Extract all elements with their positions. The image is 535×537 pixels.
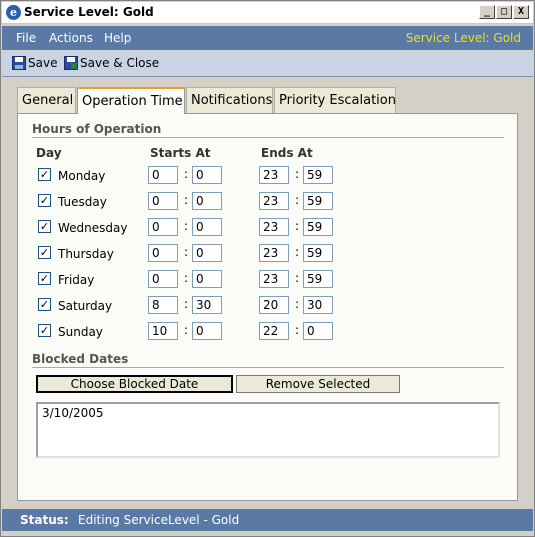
save-close-icon xyxy=(64,56,78,70)
time-separator: : xyxy=(184,271,189,285)
status-bar: Status: Editing ServiceLevel - Gold xyxy=(2,509,533,531)
save-close-label: Save & Close xyxy=(80,56,160,70)
close-button[interactable]: X xyxy=(513,5,529,19)
start-hour-input[interactable]: 0 xyxy=(148,244,178,262)
time-separator: : xyxy=(184,323,189,337)
choose-blocked-date-button[interactable]: Choose Blocked Date xyxy=(36,375,233,393)
end-minute-input[interactable]: 30 xyxy=(303,296,333,314)
end-hour-input[interactable]: 20 xyxy=(259,296,289,314)
time-separator: : xyxy=(295,219,300,233)
end-hour-input[interactable]: 23 xyxy=(259,192,289,210)
blocked-section-title: Blocked Dates xyxy=(32,352,129,366)
end-hour-input[interactable]: 23 xyxy=(259,244,289,262)
day-checkbox[interactable]: ✓ xyxy=(38,298,51,311)
remove-selected-button[interactable]: Remove Selected xyxy=(236,375,400,393)
end-minute-input[interactable]: 59 xyxy=(303,218,333,236)
title-bar[interactable]: e Service Level: Gold _ □ X xyxy=(2,2,533,24)
day-label: Monday xyxy=(58,169,106,183)
hours-section-title: Hours of Operation xyxy=(32,122,162,136)
operation-time-panel: Hours of Operation Day Starts At Ends At… xyxy=(17,113,518,501)
end-hour-input[interactable]: 23 xyxy=(259,270,289,288)
service-level-window: e Service Level: Gold _ □ X File Actions… xyxy=(0,0,535,537)
start-hour-input[interactable]: 8 xyxy=(148,296,178,314)
ie-app-icon: e xyxy=(6,5,21,20)
tab-priority-escalation[interactable]: Priority Escalation xyxy=(274,87,396,113)
end-hour-input[interactable]: 23 xyxy=(259,166,289,184)
time-separator: : xyxy=(295,167,300,181)
menu-bar: File Actions Help Service Level: Gold xyxy=(2,26,533,50)
toolbar: Save Save & Close xyxy=(2,51,533,77)
save-close-button[interactable]: Save & Close xyxy=(64,56,159,72)
tab-operation-time[interactable]: Operation Time xyxy=(77,87,185,114)
floppy-disk-icon xyxy=(12,56,26,70)
day-checkbox[interactable]: ✓ xyxy=(38,168,51,181)
menu-actions[interactable]: Actions xyxy=(49,31,93,45)
maximize-button[interactable]: □ xyxy=(496,5,512,19)
day-label: Sunday xyxy=(58,325,103,339)
end-hour-input[interactable]: 22 xyxy=(259,322,289,340)
day-checkbox[interactable]: ✓ xyxy=(38,324,51,337)
end-minute-input[interactable]: 59 xyxy=(303,270,333,288)
col-ends-header: Ends At xyxy=(261,146,313,160)
day-label: Thursday xyxy=(58,247,114,261)
save-button[interactable]: Save xyxy=(12,56,57,72)
day-checkbox[interactable]: ✓ xyxy=(38,272,51,285)
hours-divider xyxy=(32,137,504,138)
start-hour-input[interactable]: 0 xyxy=(148,270,178,288)
time-separator: : xyxy=(295,271,300,285)
start-minute-input[interactable]: 0 xyxy=(192,166,222,184)
end-minute-input[interactable]: 59 xyxy=(303,244,333,262)
list-item[interactable]: 3/10/2005 xyxy=(42,406,494,420)
status-text: Editing ServiceLevel - Gold xyxy=(78,513,240,527)
menu-help[interactable]: Help xyxy=(104,31,131,45)
end-hour-input[interactable]: 23 xyxy=(259,218,289,236)
start-hour-input[interactable]: 0 xyxy=(148,166,178,184)
menu-file[interactable]: File xyxy=(16,31,36,45)
day-label: Friday xyxy=(58,273,95,287)
day-checkbox[interactable]: ✓ xyxy=(38,194,51,207)
end-minute-input[interactable]: 59 xyxy=(303,166,333,184)
time-separator: : xyxy=(295,297,300,311)
blocked-divider xyxy=(32,367,504,368)
blocked-dates-list[interactable]: 3/10/2005 xyxy=(36,402,500,458)
time-separator: : xyxy=(295,193,300,207)
tab-general[interactable]: General xyxy=(17,87,76,113)
window-title: Service Level: Gold xyxy=(24,5,154,19)
start-minute-input[interactable]: 30 xyxy=(192,296,222,314)
start-hour-input[interactable]: 0 xyxy=(148,218,178,236)
start-minute-input[interactable]: 0 xyxy=(192,244,222,262)
time-separator: : xyxy=(184,167,189,181)
start-hour-input[interactable]: 10 xyxy=(148,322,178,340)
day-label: Saturday xyxy=(58,299,113,313)
start-minute-input[interactable]: 0 xyxy=(192,218,222,236)
end-minute-input[interactable]: 59 xyxy=(303,192,333,210)
time-separator: : xyxy=(295,323,300,337)
time-separator: : xyxy=(184,297,189,311)
day-label: Wednesday xyxy=(58,221,128,235)
day-label: Tuesday xyxy=(58,195,107,209)
day-checkbox[interactable]: ✓ xyxy=(38,220,51,233)
service-level-indicator: Service Level: Gold xyxy=(405,31,521,45)
day-checkbox[interactable]: ✓ xyxy=(38,246,51,259)
start-hour-input[interactable]: 0 xyxy=(148,192,178,210)
col-starts-header: Starts At xyxy=(150,146,211,160)
minimize-button[interactable]: _ xyxy=(479,5,495,19)
save-label: Save xyxy=(28,56,58,70)
time-separator: : xyxy=(295,245,300,259)
content-area: General Operation Time Notifications Pri… xyxy=(9,79,526,505)
end-minute-input[interactable]: 0 xyxy=(303,322,333,340)
time-separator: : xyxy=(184,245,189,259)
time-separator: : xyxy=(184,193,189,207)
start-minute-input[interactable]: 0 xyxy=(192,322,222,340)
tab-notifications[interactable]: Notifications xyxy=(186,87,273,113)
col-day-header: Day xyxy=(36,146,62,160)
start-minute-input[interactable]: 0 xyxy=(192,270,222,288)
time-separator: : xyxy=(184,219,189,233)
status-label: Status: xyxy=(20,513,69,527)
start-minute-input[interactable]: 0 xyxy=(192,192,222,210)
